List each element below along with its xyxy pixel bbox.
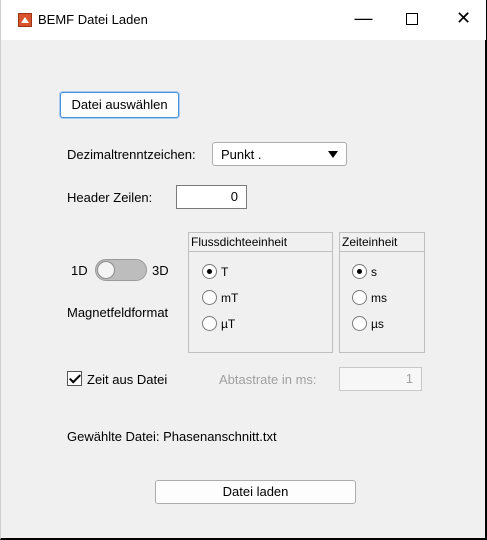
flux-density-unit-title: Flussdichteeinheit [191, 235, 288, 249]
radio-label: µT [221, 317, 236, 331]
radio-button[interactable] [202, 290, 217, 305]
format-toggle-switch[interactable] [95, 259, 147, 281]
header-rows-input[interactable]: 0 [176, 185, 247, 209]
magnetic-field-format-label: Magnetfeldformat [67, 305, 169, 320]
sample-rate-input[interactable]: 1 [339, 367, 422, 391]
matlab-icon [18, 13, 32, 27]
toggle-label-1d: 1D [71, 263, 88, 278]
select-file-button[interactable]: Datei auswählen [60, 92, 179, 118]
minimize-button[interactable]: — [341, 0, 386, 36]
dialog-window: BEMF Datei Laden — ✕ Datei auswählen Dez… [0, 0, 487, 540]
window-title: BEMF Datei Laden [38, 12, 148, 27]
radio-button[interactable] [202, 264, 217, 279]
toggle-label-3d: 3D [152, 263, 169, 278]
radio-label: T [221, 265, 229, 279]
time-from-file-label[interactable]: Zeit aus Datei [87, 372, 167, 387]
time-unit-title: Zeiteinheit [342, 235, 398, 249]
chevron-down-icon [328, 151, 338, 158]
radio-button[interactable] [352, 316, 367, 331]
title-bar: BEMF Datei Laden — ✕ [1, 0, 486, 40]
maximize-button[interactable] [389, 0, 434, 36]
radio-label: µs [371, 317, 384, 331]
toggle-thumb [97, 261, 115, 279]
decimal-separator-dropdown[interactable]: Punkt . [212, 142, 347, 166]
maximize-icon [405, 13, 418, 26]
sample-rate-label: Abtastrate in ms: [219, 372, 317, 387]
time-from-file-checkbox[interactable] [67, 371, 82, 386]
radio-label: s [371, 265, 377, 279]
radio-label: ms [371, 291, 387, 305]
radio-button[interactable] [202, 316, 217, 331]
load-file-button[interactable]: Datei laden [155, 480, 356, 504]
selected-file-text: Gewählte Datei: Phasenanschnitt.txt [67, 429, 277, 444]
time-unit-group: Zeiteinheit s ms µs [339, 232, 425, 353]
radio-button[interactable] [352, 264, 367, 279]
decimal-separator-label: Dezimaltrenntzeichen: [67, 147, 196, 162]
close-button[interactable]: ✕ [441, 0, 486, 36]
radio-label: mT [221, 291, 239, 305]
flux-density-unit-group: Flussdichteeinheit T mT µT [188, 232, 333, 353]
header-rows-label: Header Zeilen: [67, 190, 153, 205]
radio-button[interactable] [352, 290, 367, 305]
decimal-separator-value: Punkt . [221, 147, 262, 162]
